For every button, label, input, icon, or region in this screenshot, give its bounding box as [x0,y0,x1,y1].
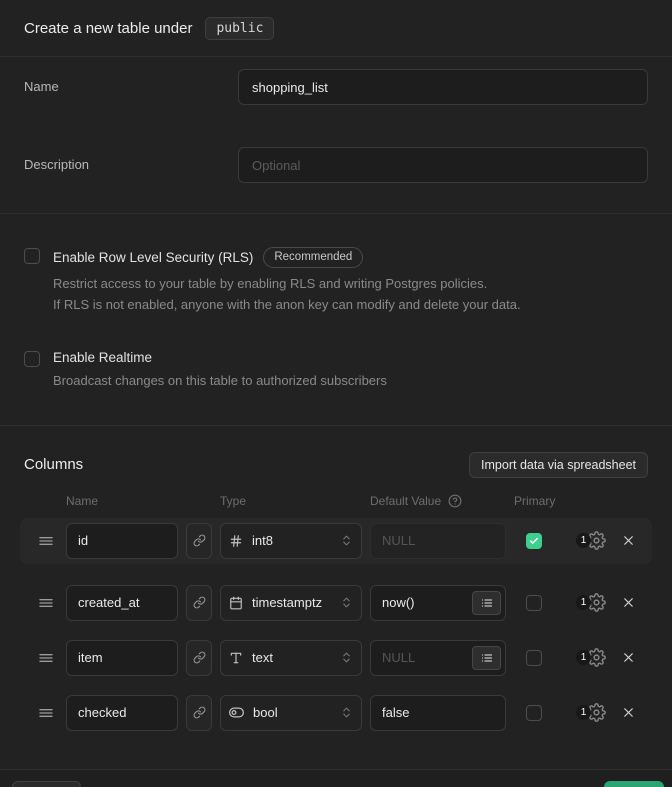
table-description-input[interactable] [238,147,648,183]
table-options-section: Enable Row Level Security (RLS) Recommen… [0,214,672,426]
help-icon[interactable] [448,494,462,508]
remove-column-button[interactable] [619,648,638,667]
default-value-input [370,523,506,559]
realtime-option: Enable Realtime Broadcast changes on thi… [24,351,648,391]
close-icon [621,705,636,720]
column-row-item: text 1 [20,635,652,681]
column-type-select[interactable]: int8 [220,523,362,559]
drag-handle-icon[interactable] [34,705,58,721]
column-settings-button[interactable]: 1 [576,593,606,612]
remove-column-button[interactable] [619,531,638,550]
realtime-label: Enable Realtime [53,350,152,365]
column-name-input[interactable] [66,523,178,559]
close-icon [621,595,636,610]
realtime-description: Broadcast changes on this table to autho… [53,370,648,391]
column-row-id: int8 1 [20,518,652,564]
calendar-icon [229,596,243,610]
table-info-section: Name Description [0,57,672,214]
drag-handle-icon[interactable] [34,650,58,666]
dialog-header: Create a new table under public [0,0,672,57]
remove-column-button[interactable] [619,593,638,612]
import-spreadsheet-button[interactable]: Import data via spreadsheet [469,452,648,478]
column-row-checked: bool 1 [20,690,652,736]
columns-header-row: Name Type Default Value Primary [20,494,652,508]
link-icon [193,534,206,547]
drag-handle-icon[interactable] [34,595,58,611]
name-label: Name [24,69,238,94]
drag-handle-icon[interactable] [34,533,58,549]
rls-description: Restrict access to your table by enablin… [53,273,648,315]
list-icon [481,597,493,609]
expression-list-button[interactable] [472,646,501,670]
column-type-select[interactable]: text [220,640,362,676]
primary-key-checkbox[interactable] [526,650,542,666]
list-icon [481,652,493,664]
link-icon [193,706,206,719]
rls-option: Enable Row Level Security (RLS) Recommen… [24,248,648,315]
chevrons-up-down-icon [340,534,353,547]
column-row-created-at: timestamptz 1 [20,580,652,626]
chevrons-up-down-icon [340,706,353,719]
link-icon [193,596,206,609]
column-type-select[interactable]: timestamptz [220,585,362,621]
table-name-input[interactable] [238,69,648,105]
recommended-badge: Recommended [263,247,363,268]
close-icon [621,533,636,548]
default-value-input[interactable] [370,695,506,731]
close-icon [621,650,636,665]
header-default-value: Default Value [370,494,441,508]
header-name: Name [66,494,178,508]
columns-title: Columns [24,456,83,473]
dialog-footer: Cancel Save [0,769,672,787]
name-row: Name [24,69,648,105]
column-settings-button[interactable]: 1 [576,703,606,722]
description-row: Description [24,147,648,183]
schema-chip: public [205,17,274,40]
check-icon [529,536,539,546]
expression-list-button[interactable] [472,591,501,615]
cancel-button[interactable]: Cancel [12,781,81,787]
link-icon [193,651,206,664]
column-type-select[interactable]: bool [220,695,362,731]
column-name-input[interactable] [66,695,178,731]
foreign-key-button[interactable] [186,585,212,621]
remove-column-button[interactable] [619,703,638,722]
dialog-title: Create a new table under [24,20,192,37]
columns-section: Columns Import data via spreadsheet Name… [0,426,672,769]
create-table-dialog: Create a new table under public Name Des… [0,0,672,787]
column-settings-button[interactable]: 1 [576,531,606,550]
primary-key-checkbox[interactable] [526,705,542,721]
column-settings-button[interactable]: 1 [576,648,606,667]
header-primary: Primary [514,494,554,508]
save-button[interactable]: Save [604,781,665,787]
text-type-icon [229,651,243,665]
chevrons-up-down-icon [340,596,353,609]
rls-checkbox[interactable] [24,248,40,264]
toggle-icon [229,705,244,720]
foreign-key-button[interactable] [186,640,212,676]
column-name-input[interactable] [66,640,178,676]
header-type: Type [220,494,362,508]
foreign-key-button[interactable] [186,695,212,731]
hash-icon [229,534,243,548]
primary-key-checkbox[interactable] [526,595,542,611]
foreign-key-button[interactable] [186,523,212,559]
primary-key-checkbox[interactable] [526,533,542,549]
realtime-checkbox[interactable] [24,351,40,367]
chevrons-up-down-icon [340,651,353,664]
rls-label: Enable Row Level Security (RLS) [53,250,253,265]
column-name-input[interactable] [66,585,178,621]
description-label: Description [24,147,238,172]
